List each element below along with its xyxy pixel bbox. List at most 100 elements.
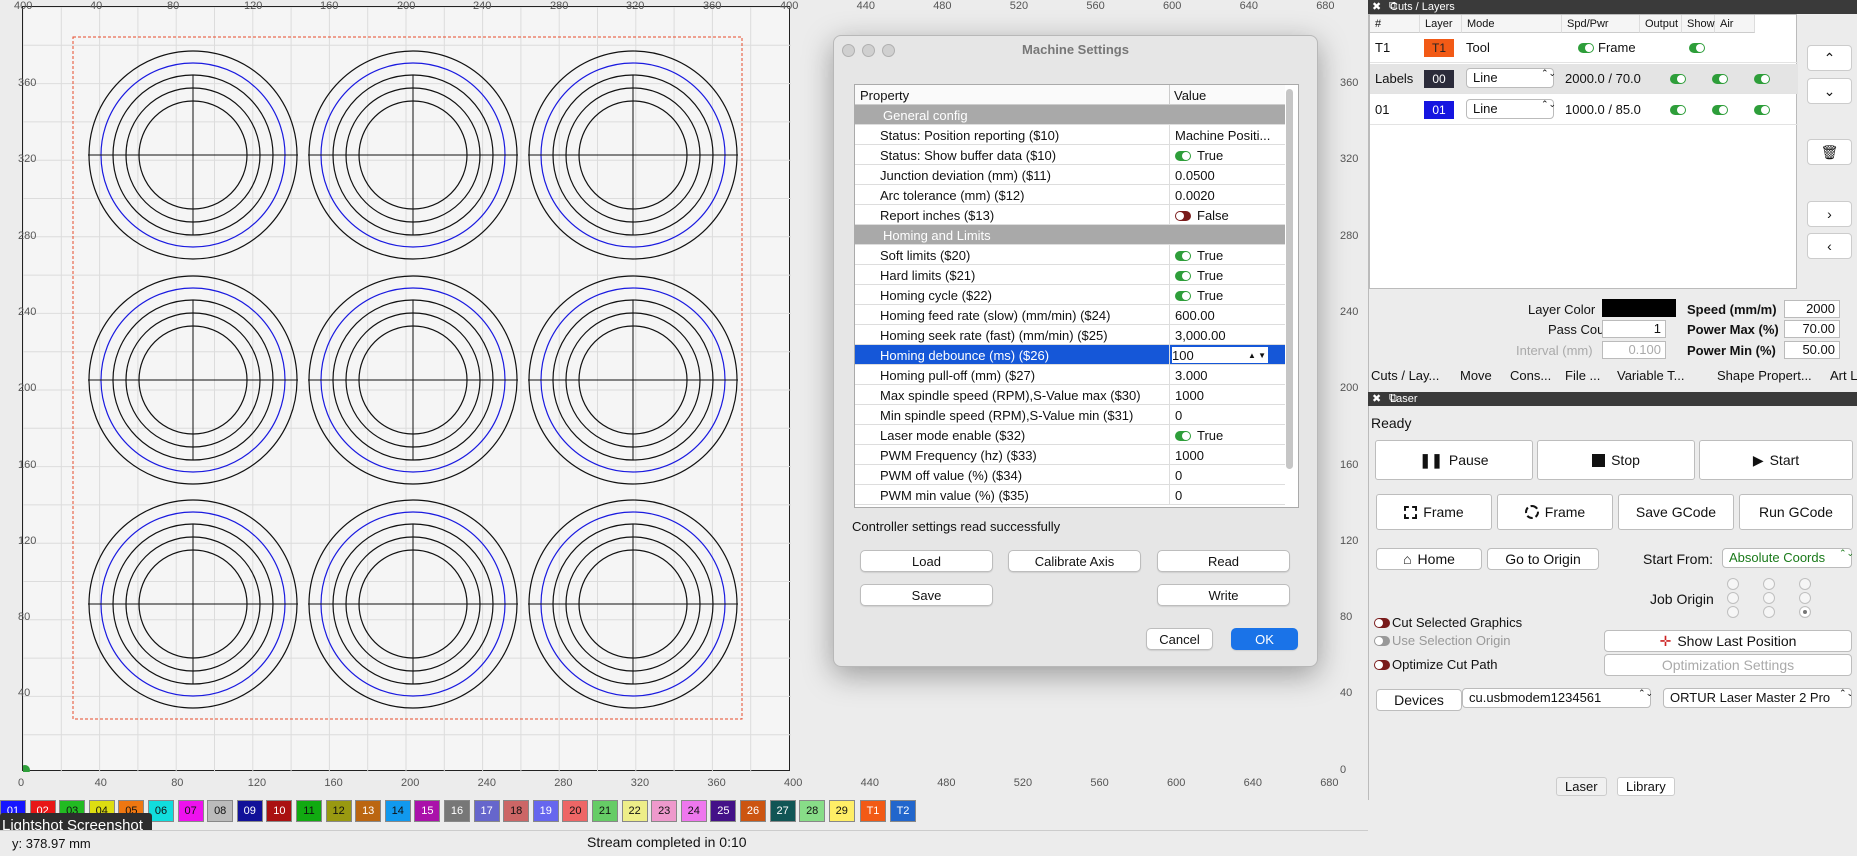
speed-input[interactable]: 2000 xyxy=(1784,300,1840,318)
setting-value[interactable]: True xyxy=(1175,268,1223,283)
palette-swatch-19[interactable]: 19 xyxy=(532,800,559,822)
setting-value[interactable]: Machine Positi... xyxy=(1175,128,1270,143)
setting-row[interactable]: Homing feed rate (slow) (mm/min) ($24) 60… xyxy=(855,305,1285,325)
setting-row[interactable]: Laser mode enable ($32) True xyxy=(855,425,1285,445)
setting-row[interactable]: Hard limits ($21) True xyxy=(855,265,1285,285)
air-toggle-icon[interactable] xyxy=(1754,105,1770,115)
job-origin-radio[interactable] xyxy=(1727,606,1739,618)
setting-row[interactable]: Homing debounce (ms) ($26) 100 ▲ ▼ xyxy=(855,345,1285,365)
design-canvas[interactable] xyxy=(22,6,791,772)
delete-icon[interactable]: 🗑 xyxy=(1807,139,1852,165)
setting-value[interactable]: 0.0020 xyxy=(1175,188,1215,203)
palette-swatch-13[interactable]: 13 xyxy=(355,800,382,822)
start-button[interactable]: ▶ Start xyxy=(1699,440,1853,480)
move-layer-up-button[interactable]: ⌃ xyxy=(1807,45,1852,71)
setting-row[interactable]: Status: Show buffer data ($10) True xyxy=(855,145,1285,165)
calibrate-axis-button[interactable]: Calibrate Axis xyxy=(1008,550,1141,572)
air-toggle-icon[interactable] xyxy=(1754,74,1770,84)
setting-value[interactable]: False xyxy=(1175,208,1229,223)
ok-button[interactable]: OK xyxy=(1231,628,1298,650)
layer-row[interactable]: Labels 00 Line 2000.0 / 70.0 xyxy=(1370,64,1798,94)
show-last-position-button[interactable]: ✛ Show Last Position xyxy=(1604,630,1852,652)
palette-swatch-T1[interactable]: T1 xyxy=(860,800,886,822)
palette-swatch-26[interactable]: 26 xyxy=(740,800,766,822)
show-toggle-icon[interactable] xyxy=(1712,74,1728,84)
stop-button[interactable]: Stop xyxy=(1537,440,1695,480)
load-button[interactable]: Load xyxy=(860,550,993,572)
frame-circle-button[interactable]: Frame xyxy=(1497,494,1613,530)
panel-tab-2[interactable]: Cons... xyxy=(1510,368,1551,388)
setting-row[interactable]: Homing cycle ($22) True xyxy=(855,285,1285,305)
cuts-layers-table[interactable]: # Layer Mode Spd/Pwr Output Show Air T1 T1 Tool F… xyxy=(1369,14,1798,289)
palette-swatch-24[interactable]: 24 xyxy=(680,800,707,822)
close-icon[interactable]: ✖ xyxy=(1372,392,1381,405)
palette-swatch-29[interactable]: 29 xyxy=(828,800,855,822)
layer-color-box[interactable]: T1 xyxy=(1424,39,1454,57)
setting-value[interactable]: 3,000.00 xyxy=(1175,328,1226,343)
palette-swatch-28[interactable]: 28 xyxy=(799,800,826,822)
cut-selected-toggle[interactable] xyxy=(1374,618,1390,628)
setting-row[interactable]: Arc tolerance (mm) ($12) 0.0020 xyxy=(855,185,1285,205)
job-origin-radio[interactable] xyxy=(1763,606,1775,618)
optimize-toggle[interactable] xyxy=(1374,660,1390,670)
write-button[interactable]: Write xyxy=(1157,584,1290,606)
float-icon[interactable]: ⧉ xyxy=(1389,392,1397,405)
palette-swatch-T2[interactable]: T2 xyxy=(890,800,916,822)
palette-swatch-12[interactable]: 12 xyxy=(325,800,352,822)
palette-swatch-22[interactable]: 22 xyxy=(621,800,648,822)
setting-value[interactable]: True xyxy=(1175,288,1223,303)
toggle-icon[interactable] xyxy=(1175,250,1191,261)
stepper-icon[interactable]: ▲ ▼ xyxy=(1248,351,1266,359)
layer-mode-select[interactable]: Line xyxy=(1466,99,1554,119)
setting-row[interactable]: Status: Position reporting ($10) Machine … xyxy=(855,125,1285,145)
float-icon[interactable]: ⧉ xyxy=(1389,0,1397,13)
setting-value[interactable]: True xyxy=(1175,428,1223,443)
palette-swatch-10[interactable]: 10 xyxy=(266,800,293,822)
panel-tab-6[interactable]: Art Libr... xyxy=(1830,368,1857,388)
interval-input[interactable]: 0.100 xyxy=(1602,341,1666,359)
output-toggle-icon[interactable] xyxy=(1670,105,1686,115)
palette-swatch-15[interactable]: 15 xyxy=(414,800,441,822)
palette-swatch-07[interactable]: 07 xyxy=(177,800,204,822)
run-gcode-button[interactable]: Run GCode xyxy=(1739,494,1853,530)
bottom-tab-laser[interactable]: Laser xyxy=(1556,777,1607,796)
job-origin-radio[interactable] xyxy=(1727,592,1739,604)
job-origin-radio[interactable] xyxy=(1763,592,1775,604)
setting-row[interactable]: Min spindle speed (RPM),S-Value min ($31… xyxy=(855,405,1285,425)
setting-row[interactable]: Junction deviation (mm) ($11) 0.0500 xyxy=(855,165,1285,185)
output-toggle-icon[interactable] xyxy=(1670,74,1686,84)
job-origin-radio[interactable] xyxy=(1799,578,1811,590)
setting-row[interactable]: PWM min value (%) ($35) 0 xyxy=(855,485,1285,505)
job-origin-radio[interactable] xyxy=(1799,592,1811,604)
layer-color-swatch[interactable] xyxy=(1602,299,1676,317)
bottom-tab-library[interactable]: Library xyxy=(1617,777,1675,796)
palette-swatch-08[interactable]: 08 xyxy=(207,800,234,822)
go-to-origin-button[interactable]: Go to Origin xyxy=(1487,548,1599,570)
start-from-select[interactable]: Absolute Coords xyxy=(1722,548,1852,568)
cancel-button[interactable]: Cancel xyxy=(1146,628,1213,650)
frame-rect-button[interactable]: Frame xyxy=(1376,494,1492,530)
group-row[interactable]: Homing and Limits xyxy=(855,225,1285,245)
read-button[interactable]: Read xyxy=(1157,550,1290,572)
group-row[interactable]: General config xyxy=(855,105,1285,125)
palette-swatch-25[interactable]: 25 xyxy=(710,800,737,822)
panel-tab-3[interactable]: File ... xyxy=(1565,368,1600,388)
frame-toggle-icon[interactable] xyxy=(1578,43,1594,53)
setting-row[interactable]: Report inches ($13) False xyxy=(855,205,1285,225)
power-max-input[interactable]: 70.00 xyxy=(1784,320,1840,338)
table-scrollbar[interactable] xyxy=(1286,89,1293,469)
use-selection-toggle[interactable] xyxy=(1374,636,1390,646)
palette-swatch-09[interactable]: 09 xyxy=(236,800,263,822)
machine-select[interactable]: ORTUR Laser Master 2 Pro xyxy=(1663,688,1852,708)
palette-swatch-27[interactable]: 27 xyxy=(769,800,796,822)
toggle-icon[interactable] xyxy=(1175,270,1191,281)
panel-tab-0[interactable]: Cuts / Lay... xyxy=(1371,368,1439,388)
job-origin-radio[interactable] xyxy=(1763,578,1775,590)
palette-swatch-21[interactable]: 21 xyxy=(592,800,618,822)
chevron-right-icon[interactable]: › xyxy=(1807,201,1852,227)
palette-swatch-20[interactable]: 20 xyxy=(562,800,589,822)
panel-tab-5[interactable]: Shape Propert... xyxy=(1717,368,1812,388)
setting-value[interactable]: 0 xyxy=(1175,468,1182,483)
setting-row[interactable]: Homing seek rate (fast) (mm/min) ($25) 3,… xyxy=(855,325,1285,345)
power-min-input[interactable]: 50.00 xyxy=(1784,341,1840,359)
